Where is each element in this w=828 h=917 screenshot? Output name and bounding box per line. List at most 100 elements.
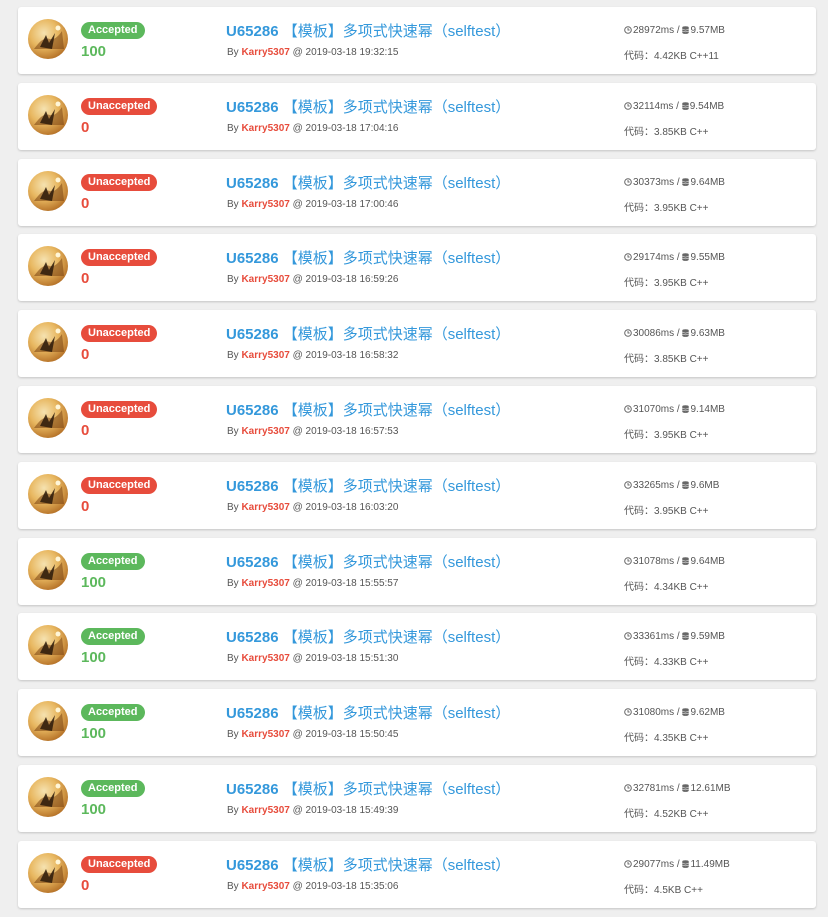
user-link[interactable]: Karry5307 bbox=[241, 199, 289, 210]
submission-card[interactable]: Unaccepted 0 U65286 【模板】多项式快速幂（selftest）… bbox=[18, 310, 816, 378]
problem-id: U65286 bbox=[226, 705, 279, 723]
memory-used: 9.6MB bbox=[690, 479, 720, 491]
submission-meta: By Karry5307 @ 2019-03-18 15:51:30 bbox=[227, 653, 398, 664]
status-badge[interactable]: Unaccepted bbox=[81, 173, 158, 191]
time-used: 32781ms bbox=[633, 782, 675, 794]
status-badge[interactable]: Unaccepted bbox=[81, 476, 158, 494]
user-link[interactable]: Karry5307 bbox=[241, 274, 289, 285]
code-size-language: 3.85KB C++ bbox=[654, 126, 709, 138]
submission-card[interactable]: Accepted 100 U65286 【模板】多项式快速幂（selftest）… bbox=[18, 764, 816, 832]
submission-card[interactable]: Accepted 100 U65286 【模板】多项式快速幂（selftest）… bbox=[18, 537, 816, 605]
submission-time: 2019-03-18 16:03:20 bbox=[305, 501, 399, 513]
by-label: By bbox=[227, 729, 239, 741]
code-info: 代码：4.42KB C++11 bbox=[624, 47, 719, 62]
status-badge[interactable]: Unaccepted bbox=[81, 325, 158, 343]
user-link[interactable]: Karry5307 bbox=[241, 47, 289, 58]
resource-usage: 29174ms / 9.55MB bbox=[624, 252, 725, 264]
status-badge[interactable]: Unaccepted bbox=[81, 97, 158, 115]
problem-link[interactable]: U65286 【模板】多项式快速幂（selftest） bbox=[226, 702, 510, 723]
at-label: @ bbox=[292, 729, 303, 741]
code-info: 代码：3.95KB C++ bbox=[624, 426, 708, 441]
user-avatar[interactable] bbox=[28, 170, 68, 211]
status-badge[interactable]: Accepted bbox=[81, 552, 145, 570]
problem-link[interactable]: U65286 【模板】多项式快速幂（selftest） bbox=[226, 96, 510, 117]
user-avatar[interactable] bbox=[28, 322, 68, 363]
problem-id: U65286 bbox=[226, 174, 279, 192]
code-label: 代码： bbox=[624, 51, 654, 62]
problem-link[interactable]: U65286 【模板】多项式快速幂（selftest） bbox=[226, 778, 510, 799]
user-avatar[interactable] bbox=[28, 701, 68, 742]
problem-title: 【模板】多项式快速幂（selftest） bbox=[282, 780, 511, 798]
problem-link[interactable]: U65286 【模板】多项式快速幂（selftest） bbox=[226, 172, 510, 193]
resource-usage: 29077ms / 11.49MB bbox=[624, 859, 730, 871]
submission-meta: By Karry5307 @ 2019-03-18 15:49:39 bbox=[227, 805, 398, 816]
user-avatar[interactable] bbox=[28, 397, 68, 438]
problem-link[interactable]: U65286 【模板】多项式快速幂（selftest） bbox=[226, 626, 510, 647]
time-used: 31080ms bbox=[633, 707, 675, 719]
user-link[interactable]: Karry5307 bbox=[241, 729, 289, 740]
submission-card[interactable]: Accepted 100 U65286 【模板】多项式快速幂（selftest）… bbox=[18, 613, 816, 681]
problem-link[interactable]: U65286 【模板】多项式快速幂（selftest） bbox=[226, 323, 510, 344]
user-link[interactable]: Karry5307 bbox=[241, 502, 289, 513]
status-badge[interactable]: Unaccepted bbox=[81, 249, 158, 267]
user-avatar[interactable] bbox=[28, 473, 68, 514]
database-icon bbox=[682, 784, 690, 795]
database-icon bbox=[682, 708, 690, 719]
separator: / bbox=[674, 858, 683, 870]
user-link[interactable]: Karry5307 bbox=[241, 881, 289, 892]
score: 100 bbox=[81, 725, 107, 743]
submission-time: 2019-03-18 17:04:16 bbox=[305, 122, 399, 134]
resource-usage: 33265ms / 9.6MB bbox=[624, 480, 719, 492]
submission-card[interactable]: Unaccepted 0 U65286 【模板】多项式快速幂（selftest）… bbox=[18, 234, 816, 302]
user-link[interactable]: Karry5307 bbox=[241, 805, 289, 816]
user-avatar[interactable] bbox=[28, 19, 68, 59]
code-info: 代码：3.95KB C++ bbox=[624, 199, 708, 214]
problem-title: 【模板】多项式快速幂（selftest） bbox=[282, 174, 511, 192]
problem-id: U65286 bbox=[226, 477, 279, 495]
problem-link[interactable]: U65286 【模板】多项式快速幂（selftest） bbox=[226, 247, 510, 268]
status-badge[interactable]: Unaccepted bbox=[81, 855, 158, 873]
resource-usage: 31080ms / 9.62MB bbox=[624, 707, 725, 719]
code-info: 代码：4.34KB C++ bbox=[624, 578, 708, 593]
user-avatar[interactable] bbox=[28, 246, 68, 287]
user-avatar[interactable] bbox=[28, 549, 68, 590]
status-badge[interactable]: Accepted bbox=[81, 22, 145, 39]
separator: / bbox=[674, 555, 683, 567]
submission-card[interactable]: Unaccepted 0 U65286 【模板】多项式快速幂（selftest）… bbox=[18, 158, 816, 226]
code-size-language: 3.95KB C++ bbox=[654, 429, 709, 441]
problem-link[interactable]: U65286 【模板】多项式快速幂（selftest） bbox=[226, 20, 510, 41]
at-label: @ bbox=[292, 577, 303, 589]
status-badge[interactable]: Accepted bbox=[81, 704, 145, 722]
submission-card[interactable]: Unaccepted 0 U65286 【模板】多项式快速幂（selftest）… bbox=[18, 82, 816, 150]
user-link[interactable]: Karry5307 bbox=[241, 426, 289, 437]
user-avatar[interactable] bbox=[28, 625, 68, 666]
submission-card[interactable]: Accepted 100 U65286 【模板】多项式快速幂（selftest）… bbox=[18, 7, 816, 74]
problem-link[interactable]: U65286 【模板】多项式快速幂（selftest） bbox=[226, 551, 510, 572]
user-avatar[interactable] bbox=[28, 94, 68, 135]
user-link[interactable]: Karry5307 bbox=[241, 350, 289, 361]
resource-usage: 32781ms / 12.61MB bbox=[624, 783, 731, 795]
status-badge[interactable]: Unaccepted bbox=[81, 400, 158, 418]
time-used: 31070ms bbox=[633, 403, 675, 415]
submission-card[interactable]: Unaccepted 0 U65286 【模板】多项式快速幂（selftest）… bbox=[18, 840, 816, 908]
user-avatar[interactable] bbox=[28, 852, 68, 893]
user-link[interactable]: Karry5307 bbox=[241, 653, 289, 664]
status-badge[interactable]: Accepted bbox=[81, 628, 145, 646]
user-avatar[interactable] bbox=[28, 776, 68, 817]
problem-title: 【模板】多项式快速幂（selftest） bbox=[282, 705, 511, 723]
code-size-language: 3.95KB C++ bbox=[654, 505, 709, 517]
submission-card[interactable]: Unaccepted 0 U65286 【模板】多项式快速幂（selftest）… bbox=[18, 461, 816, 529]
separator: / bbox=[674, 631, 683, 643]
submission-meta: By Karry5307 @ 2019-03-18 15:50:45 bbox=[227, 729, 398, 740]
user-link[interactable]: Karry5307 bbox=[241, 123, 289, 134]
problem-link[interactable]: U65286 【模板】多项式快速幂（selftest） bbox=[226, 475, 510, 496]
problem-link[interactable]: U65286 【模板】多项式快速幂（selftest） bbox=[226, 399, 510, 420]
by-label: By bbox=[227, 653, 239, 665]
at-label: @ bbox=[292, 47, 303, 58]
submission-card[interactable]: Unaccepted 0 U65286 【模板】多项式快速幂（selftest）… bbox=[18, 385, 816, 453]
submission-card[interactable]: Accepted 100 U65286 【模板】多项式快速幂（selftest）… bbox=[18, 689, 816, 757]
problem-title: 【模板】多项式快速幂（selftest） bbox=[282, 856, 511, 874]
status-badge[interactable]: Accepted bbox=[81, 779, 145, 797]
problem-link[interactable]: U65286 【模板】多项式快速幂（selftest） bbox=[226, 854, 510, 875]
user-link[interactable]: Karry5307 bbox=[241, 578, 289, 589]
